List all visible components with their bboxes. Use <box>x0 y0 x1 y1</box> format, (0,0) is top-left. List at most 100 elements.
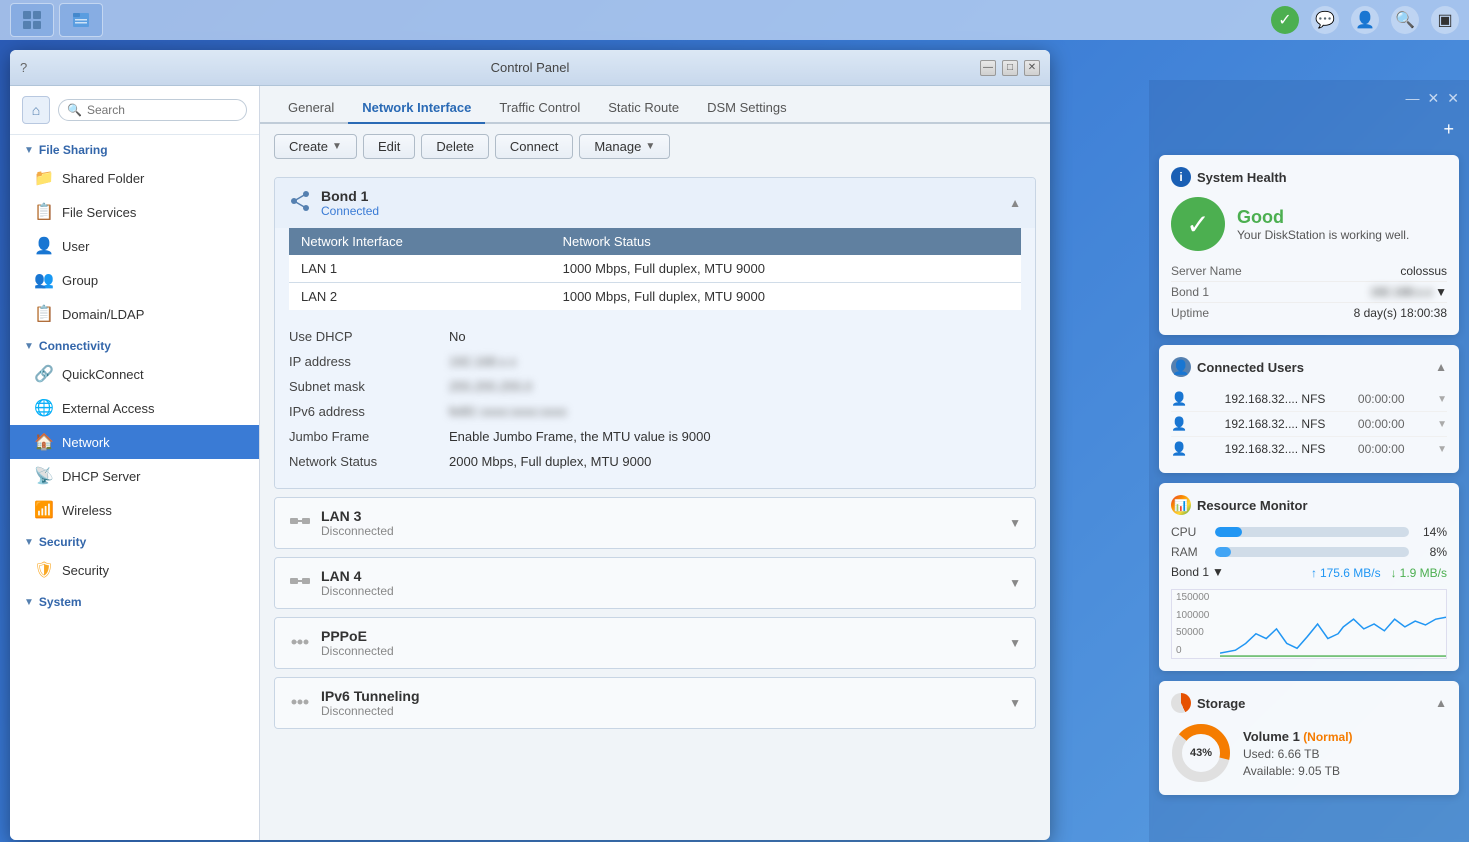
sidebar-item-group[interactable]: 👥 Group <box>10 263 259 297</box>
bond-selector-label: Bond 1 <box>1171 565 1209 579</box>
storage-collapse-button[interactable]: ▲ <box>1435 696 1447 710</box>
file-manager-taskbar-button[interactable] <box>59 3 103 37</box>
ipv6-tunneling-header-left: IPv6 Tunneling Disconnected <box>289 688 420 718</box>
panel-minimize-icon[interactable]: — <box>1406 90 1420 107</box>
sidebar-label-external-access: External Access <box>62 401 155 416</box>
lan4-title: LAN 4 <box>321 568 394 584</box>
sidebar-item-wireless[interactable]: 📶 Wireless <box>10 493 259 527</box>
bond-selector-arrow: ▼ <box>1212 565 1224 579</box>
ipv6-tunneling-expand-icon[interactable]: ▼ <box>1009 696 1021 710</box>
sidebar-item-dhcp-server[interactable]: 📡 DHCP Server <box>10 459 259 493</box>
window-maximize-button[interactable]: □ <box>1002 60 1018 76</box>
connected-users-list: 👤 192.168.32.... NFS 00:00:00 ▼ 👤 192.16… <box>1171 387 1447 461</box>
connected-users-collapse-button[interactable]: ▲ <box>1435 360 1447 374</box>
apps-taskbar-button[interactable] <box>10 3 54 37</box>
search-box: 🔍 <box>58 99 247 121</box>
sidebar-section-file-sharing[interactable]: ▼ File Sharing <box>10 135 259 161</box>
sidebar-item-network[interactable]: 🏠 Network <box>10 425 259 459</box>
user-taskbar-icon[interactable]: 👤 <box>1351 6 1379 34</box>
storage-title: Storage <box>1197 696 1245 711</box>
search-taskbar-icon[interactable]: 🔍 <box>1391 6 1419 34</box>
lan3-header[interactable]: LAN 3 Disconnected ▼ <box>275 498 1035 548</box>
window-minimize-button[interactable]: — <box>980 60 996 76</box>
notification-icon[interactable]: ✓ <box>1271 6 1299 34</box>
up-arrow-icon: ↑ <box>1311 566 1317 580</box>
pppoe-title: PPPoE <box>321 628 394 644</box>
subnet-mask-label: Subnet mask <box>289 379 449 394</box>
window-help-icon[interactable]: ? <box>20 60 27 75</box>
subnet-mask-value: 255.255.255.0 <box>449 379 532 394</box>
user-expand-icon-1[interactable]: ▼ <box>1437 394 1447 405</box>
sidebar-label-domain-ldap: Domain/LDAP <box>62 307 144 322</box>
sidebar-section-system[interactable]: ▼ System <box>10 587 259 613</box>
pppoe-header[interactable]: PPPoE Disconnected ▼ <box>275 618 1035 668</box>
delete-button[interactable]: Delete <box>421 134 489 159</box>
bond1-collapse-icon[interactable]: ▲ <box>1009 196 1021 210</box>
tab-general[interactable]: General <box>274 93 348 124</box>
tab-traffic-control[interactable]: Traffic Control <box>485 93 594 124</box>
bond1-info: Bond 1 Connected <box>321 188 379 218</box>
lan4-header[interactable]: LAN 4 Disconnected ▼ <box>275 558 1035 608</box>
bond1-card: Bond 1 Connected ▲ Network <box>274 177 1036 489</box>
ipv6-tunneling-title: IPv6 Tunneling <box>321 688 420 704</box>
pppoe-expand-icon[interactable]: ▼ <box>1009 636 1021 650</box>
home-button[interactable]: ⌂ <box>22 96 50 124</box>
lan4-expand-icon[interactable]: ▼ <box>1009 576 1021 590</box>
bond-selector[interactable]: Bond 1 ▼ <box>1171 565 1224 579</box>
sidebar-label-file-services: File Services <box>62 205 136 220</box>
create-button[interactable]: Create ▼ <box>274 134 357 159</box>
lan4-info: LAN 4 Disconnected <box>321 568 394 598</box>
right-panel: — ✕ ✕ + i System Health ✓ Good Your Disk… <box>1149 80 1469 842</box>
health-text: Good Your DiskStation is working well. <box>1237 207 1409 242</box>
sidebar-item-security[interactable]: 🛡 Security <box>10 553 259 587</box>
lan1-status: 1000 Mbps, Full duplex, MTU 9000 <box>551 255 1021 283</box>
sidebar-section-security[interactable]: ▼ Security <box>10 527 259 553</box>
cpu-bar-bg <box>1215 527 1409 537</box>
chat-icon[interactable]: 💬 <box>1311 6 1339 34</box>
lan3-expand-icon[interactable]: ▼ <box>1009 516 1021 530</box>
col-status: Network Status <box>551 228 1021 255</box>
security-icon: 🛡 <box>34 560 54 580</box>
server-name-label: Server Name <box>1171 264 1242 278</box>
sidebar-item-quickconnect[interactable]: 🔗 QuickConnect <box>10 357 259 391</box>
uptime-label: Uptime <box>1171 306 1209 320</box>
system-health-title: System Health <box>1197 170 1287 185</box>
bond1-header[interactable]: Bond 1 Connected ▲ <box>275 178 1035 228</box>
sidebar-item-external-access[interactable]: 🌐 External Access <box>10 391 259 425</box>
search-input[interactable] <box>87 103 238 117</box>
sidebar-section-connectivity[interactable]: ▼ Connectivity <box>10 331 259 357</box>
tab-static-route[interactable]: Static Route <box>594 93 693 124</box>
sidebar-item-domain-ldap[interactable]: 📋 Domain/LDAP <box>10 297 259 331</box>
sidebar-item-shared-folder[interactable]: 📁 Shared Folder <box>10 161 259 195</box>
sidebar-item-file-services[interactable]: 📋 File Services <box>10 195 259 229</box>
user-expand-icon-3[interactable]: ▼ <box>1437 444 1447 455</box>
jumbo-frame-value: Enable Jumbo Frame, the MTU value is 900… <box>449 429 711 444</box>
sidebar-header: ⌂ 🔍 <box>10 86 259 135</box>
use-dhcp-label: Use DHCP <box>289 329 449 344</box>
user-ip-1: 192.168.32.... NFS <box>1225 392 1326 406</box>
sidebar-item-user[interactable]: 👤 User <box>10 229 259 263</box>
traffic-up-value: 175.6 MB/s <box>1320 566 1381 580</box>
panel-close-icon[interactable]: ✕ <box>1447 90 1459 107</box>
info-taskbar-icon[interactable]: ▣ <box>1431 6 1459 34</box>
edit-button[interactable]: Edit <box>363 134 415 159</box>
ipv6-tunneling-header[interactable]: IPv6 Tunneling Disconnected ▼ <box>275 678 1035 728</box>
user-expand-icon-2[interactable]: ▼ <box>1437 419 1447 430</box>
manage-button[interactable]: Manage ▼ <box>579 134 670 159</box>
storage-info: Volume 1 (Normal) Used: 6.66 TB Availabl… <box>1243 729 1353 778</box>
bond-dropdown[interactable]: 192.168.x.x ▼ <box>1370 285 1447 299</box>
uptime-value: 8 day(s) 18:00:38 <box>1354 306 1447 320</box>
detail-subnet-mask: Subnet mask 255.255.255.0 <box>289 374 1021 399</box>
storage-status: (Normal) <box>1303 730 1352 744</box>
down-arrow-icon: ↓ <box>1391 566 1397 580</box>
detail-ip-address: IP address 192.168.x.x <box>289 349 1021 374</box>
panel-add-button[interactable]: + <box>1159 119 1459 145</box>
group-icon: 👥 <box>34 270 54 290</box>
lan4-card: LAN 4 Disconnected ▼ <box>274 557 1036 609</box>
domain-icon: 📋 <box>34 304 54 324</box>
connect-button[interactable]: Connect <box>495 134 573 159</box>
panel-restore-icon[interactable]: ✕ <box>1428 90 1440 107</box>
tab-dsm-settings[interactable]: DSM Settings <box>693 93 800 124</box>
tab-network-interface[interactable]: Network Interface <box>348 93 485 124</box>
window-close-button[interactable]: ✕ <box>1024 60 1040 76</box>
